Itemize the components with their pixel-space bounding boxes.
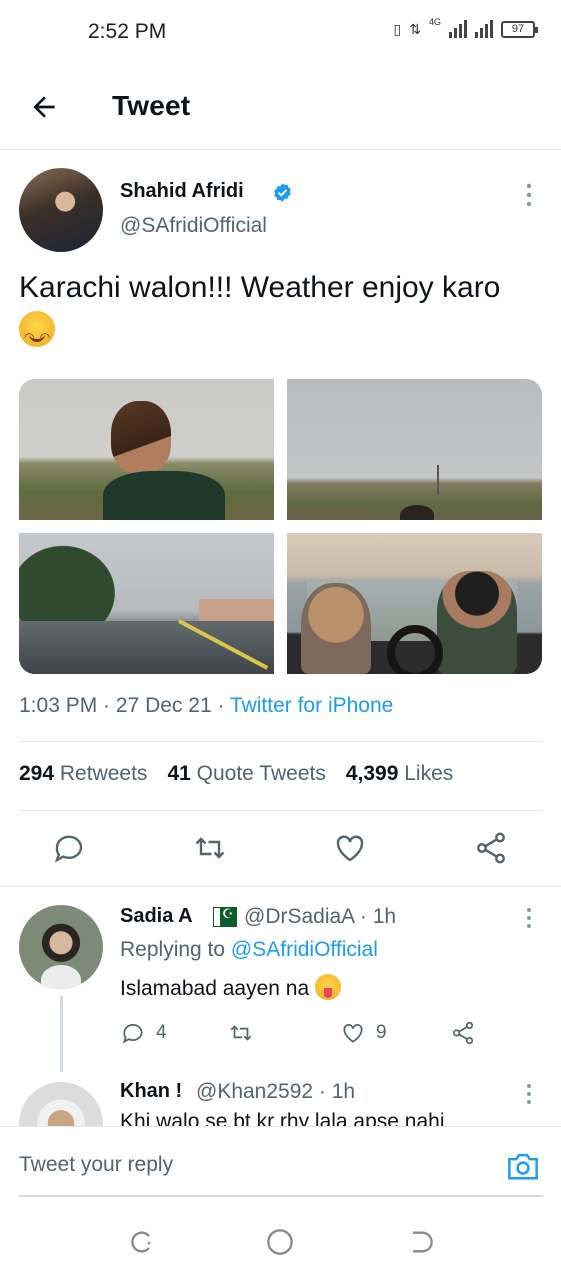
recent-apps-icon[interactable] xyxy=(128,1228,156,1256)
reply-avatar[interactable] xyxy=(19,905,103,989)
pakistan-flag-icon xyxy=(213,906,237,927)
tweet-photo-3[interactable] xyxy=(19,533,274,674)
tweet-text: Karachi walon!!! Weather enjoy karo xyxy=(19,266,539,359)
tweet-photo-1[interactable] xyxy=(19,379,274,520)
author-handle[interactable]: @SAfridiOfficial xyxy=(120,214,267,238)
winking-tongue-emoji-icon xyxy=(315,974,342,1000)
comment-icon xyxy=(54,835,83,863)
network-type: 4G xyxy=(428,17,441,27)
arrow-left-icon[interactable] xyxy=(28,91,60,123)
reply-reply-button[interactable]: 4 xyxy=(120,1019,167,1047)
retweet-icon xyxy=(230,1025,252,1041)
quotes-count: 41 xyxy=(167,762,191,785)
tweet-text-content: Karachi walon!!! Weather enjoy karo xyxy=(19,271,501,304)
page-title: Tweet xyxy=(112,90,191,121)
thread-line xyxy=(60,996,63,1072)
vibrate-icon: ▯ xyxy=(393,20,402,37)
likes-stat[interactable]: 4,399 Likes xyxy=(346,762,453,786)
reply-like-button[interactable]: 9 xyxy=(340,1019,387,1047)
reply-like-count: 9 xyxy=(376,1022,387,1043)
signal-icon-2 xyxy=(475,20,493,38)
reply-text-content: Khi walo se bt kr rhy lala apse nahi xyxy=(120,1110,445,1126)
reply-count: 4 xyxy=(156,1022,167,1043)
status-bar: 2:52 PM ▯ ⇅ 4G 97 xyxy=(0,0,561,64)
section-divider xyxy=(0,885,561,887)
comment-icon xyxy=(122,1024,143,1044)
tweet-date: 27 Dec 21 xyxy=(115,694,212,717)
reply-author-name[interactable]: Khan ! xyxy=(120,1080,182,1103)
system-navbar xyxy=(0,1198,561,1280)
quotes-label: Quote Tweets xyxy=(196,762,326,785)
tweet-time: 1:03 PM xyxy=(19,694,98,717)
composer-divider xyxy=(19,1195,543,1197)
reply-author-handle[interactable]: @DrSadiaA · 1h xyxy=(244,905,396,929)
tweet-stats: 294 Retweets 41 Quote Tweets 4,399 Likes xyxy=(19,762,453,786)
tweet-photo-2[interactable] xyxy=(287,379,542,520)
smiling-face-emoji-icon xyxy=(19,311,55,359)
reply-share-button[interactable] xyxy=(450,1019,476,1047)
more-options-icon[interactable] xyxy=(524,182,534,208)
data-transfer-icon: ⇅ xyxy=(409,20,421,37)
top-app-bar: Tweet xyxy=(0,64,561,150)
more-options-icon[interactable] xyxy=(524,1082,534,1106)
tweet-source-link[interactable]: Twitter for iPhone xyxy=(230,694,393,717)
like-button[interactable] xyxy=(332,830,368,866)
retweet-button[interactable] xyxy=(192,830,228,866)
divider xyxy=(19,810,543,811)
camera-icon[interactable] xyxy=(506,1151,540,1181)
heart-icon xyxy=(336,835,364,862)
reply-author-name[interactable]: Sadia A xyxy=(120,905,193,928)
likes-label: Likes xyxy=(404,762,454,785)
share-button[interactable] xyxy=(473,830,509,866)
quotes-stat[interactable]: 41 Quote Tweets xyxy=(167,762,325,786)
tweet-meta: 1:03 PM · 27 Dec 21 · Twitter for iPhone xyxy=(19,694,394,717)
status-icons: ▯ ⇅ 4G 97 xyxy=(393,17,538,38)
home-icon[interactable] xyxy=(266,1228,294,1256)
replying-to-link[interactable]: @SAfridiOfficial xyxy=(231,938,378,961)
reply-retweet-button[interactable] xyxy=(228,1019,254,1047)
reply-text: Khi walo se bt kr rhy lala apse nahi xyxy=(120,1110,540,1126)
share-icon xyxy=(477,832,505,864)
divider xyxy=(19,741,543,742)
battery-icon: 97 xyxy=(501,20,538,38)
replying-to: Replying to @SAfridiOfficial xyxy=(120,938,378,962)
more-options-icon[interactable] xyxy=(524,906,534,930)
reply-button[interactable] xyxy=(51,830,87,866)
reply-avatar[interactable] xyxy=(19,1082,103,1128)
reply-text-content: Islamabad aayen na xyxy=(120,977,310,1000)
reply-composer[interactable]: Tweet your reply xyxy=(0,1126,561,1198)
verified-badge-icon xyxy=(274,183,291,202)
author-name[interactable]: Shahid Afridi xyxy=(120,180,244,203)
share-icon xyxy=(452,1021,474,1045)
retweet-icon xyxy=(195,837,225,859)
reply-author-handle[interactable]: @Khan2592 · 1h xyxy=(196,1080,355,1104)
retweets-stat[interactable]: 294 Retweets xyxy=(19,762,147,786)
back-nav-icon[interactable] xyxy=(406,1228,434,1256)
retweets-label: Retweets xyxy=(59,762,148,785)
replying-prefix: Replying to xyxy=(120,938,226,961)
status-time: 2:52 PM xyxy=(88,20,167,43)
retweets-count: 294 xyxy=(19,762,55,785)
reply-input[interactable]: Tweet your reply xyxy=(19,1153,173,1177)
likes-count: 4,399 xyxy=(345,762,399,785)
reply-text: Islamabad aayen na xyxy=(120,974,342,1001)
signal-icon xyxy=(449,20,467,38)
heart-icon xyxy=(343,1024,363,1043)
author-avatar[interactable] xyxy=(19,168,103,252)
tweet-photo-4[interactable] xyxy=(287,533,542,674)
